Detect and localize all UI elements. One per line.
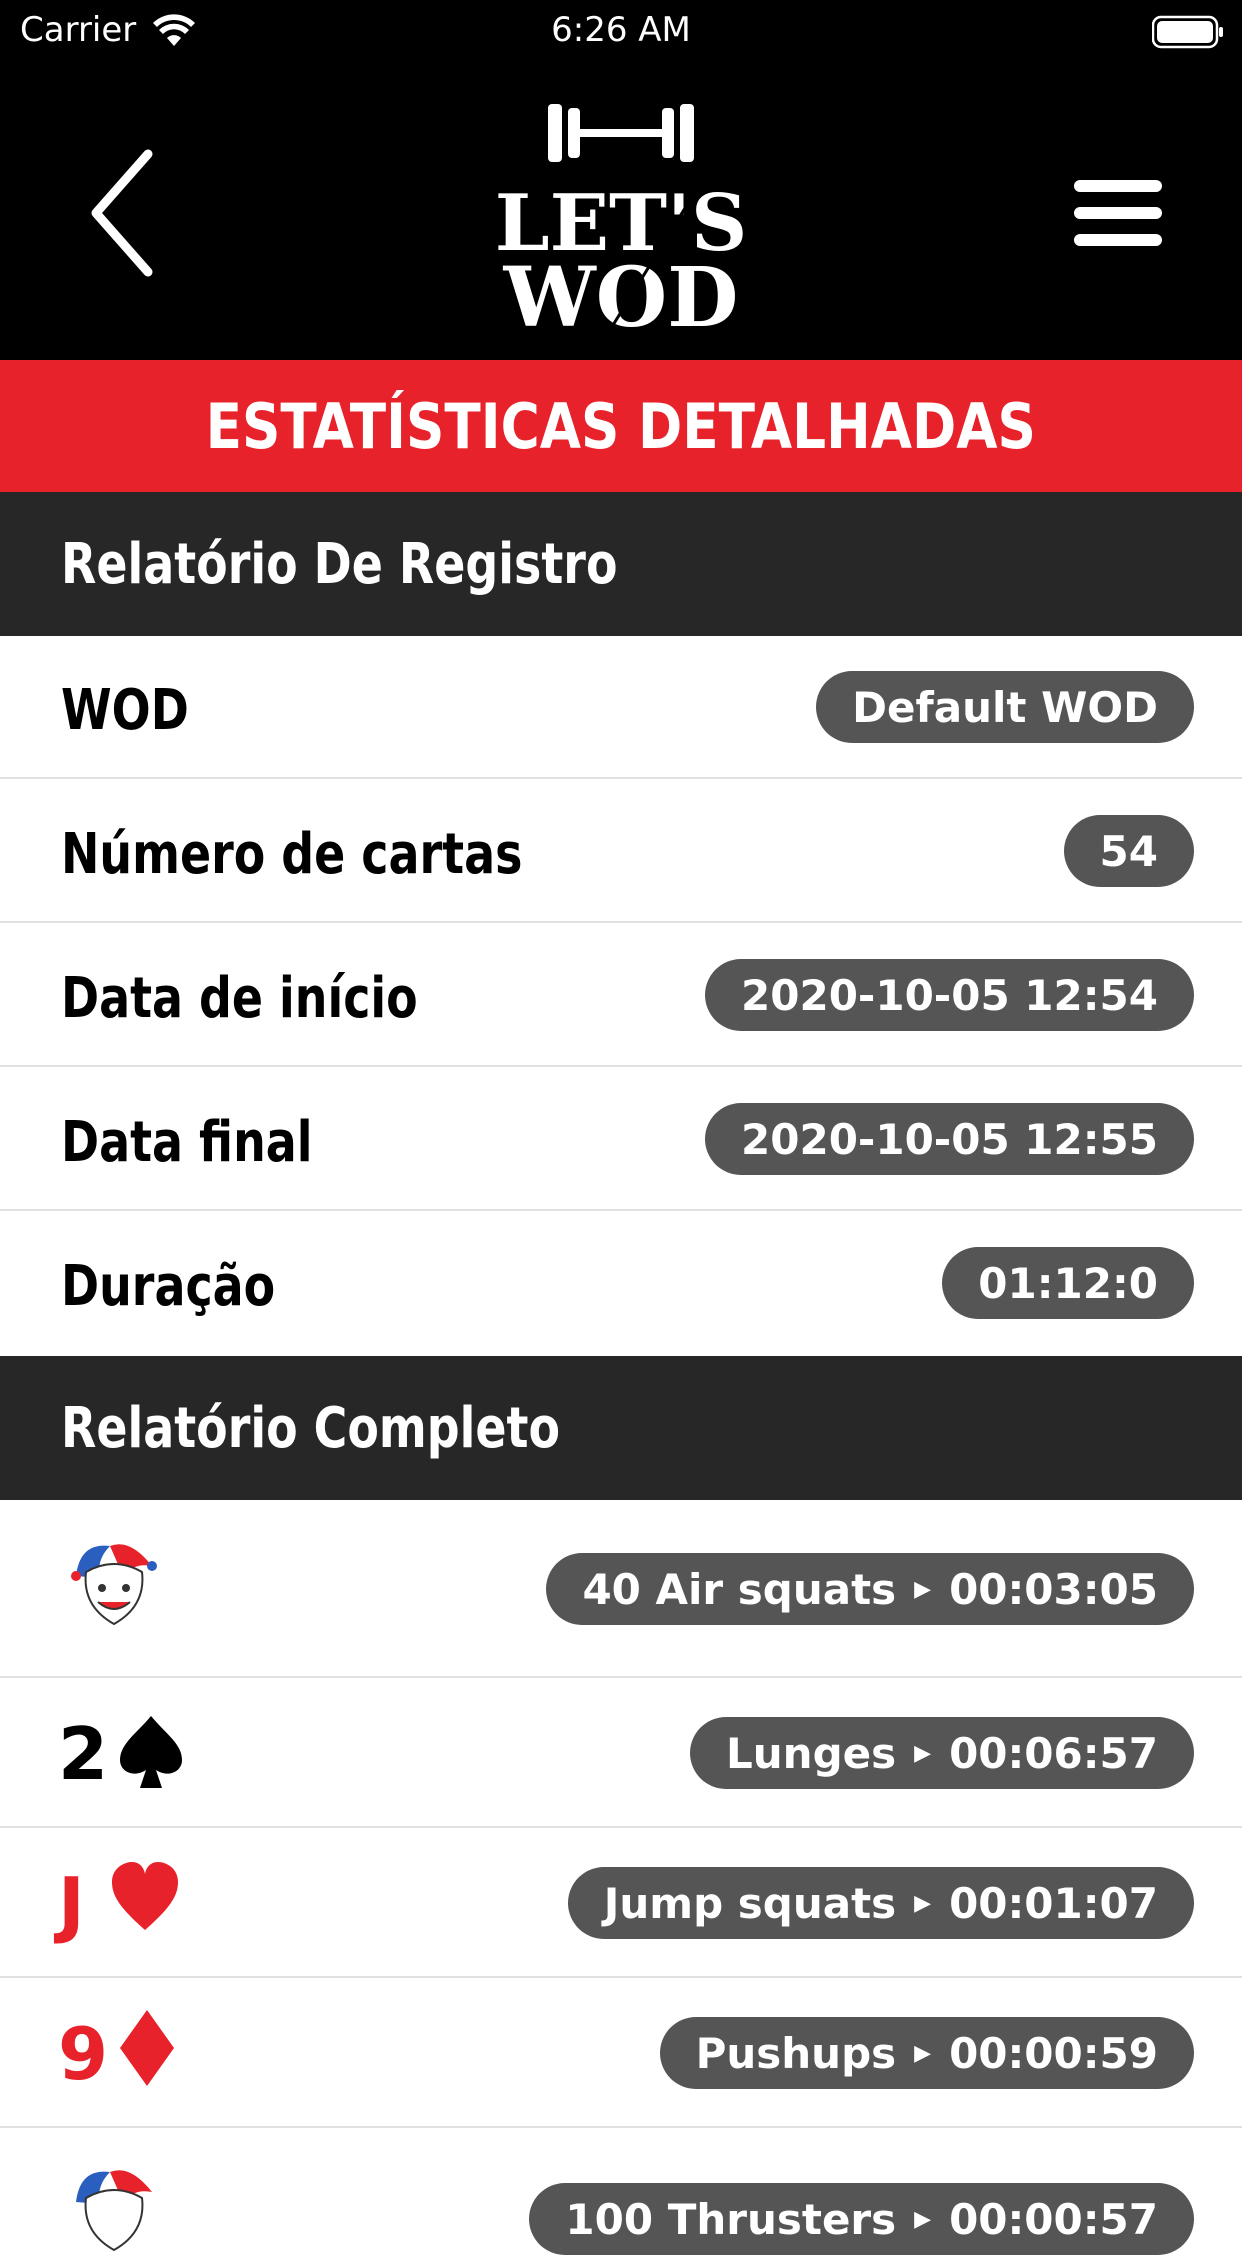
diamond-icon — [120, 2010, 174, 2086]
exercise-name: Pushups — [695, 2028, 897, 2078]
stat-value-badge: Default WOD — [816, 671, 1194, 743]
play-arrow-icon: ▶ — [914, 1740, 932, 1766]
exercise-time: 00:00:59 — [949, 2028, 1158, 2078]
card-row[interactable]: 100 Thrusters ▶ 00:00:57 — [0, 2128, 1242, 2255]
stat-row-card-count: Número de cartas 54 — [0, 780, 1242, 923]
status-bar: Carrier 6:26 AM — [0, 0, 1242, 62]
stat-value-badge: 2020-10-05 12:54 — [705, 959, 1194, 1031]
stat-label: Duração — [61, 1254, 276, 1319]
stat-value-badge: 54 — [1063, 815, 1194, 887]
card-row[interactable]: 2 Lunges ▶ 00:06:57 — [0, 1678, 1242, 1828]
section-title: Relatório Completo — [61, 1395, 561, 1461]
status-time: 6:26 AM — [551, 10, 691, 50]
heart-icon — [112, 1862, 178, 1930]
exercise-badge: Lunges ▶ 00:06:57 — [690, 1717, 1194, 1789]
joker-icon — [76, 2170, 152, 2252]
lets-wod-logo: LET'S WOD — [495, 104, 747, 342]
section-title: Relatório De Registro — [61, 531, 618, 597]
exercise-name: Jump squats — [603, 1878, 897, 1928]
page-title: ESTATÍSTICAS DETALHADAS — [205, 389, 1037, 463]
exercise-badge: 100 Thrusters ▶ 00:00:57 — [529, 2183, 1194, 2255]
navigation-bar: LET'S WOD — [0, 62, 1242, 360]
stat-label: Data final — [61, 1110, 313, 1175]
exercise-badge: Pushups ▶ 00:00:59 — [659, 2017, 1194, 2089]
card-rank: 9 — [58, 2012, 109, 2096]
stat-value-badge: 2020-10-05 12:55 — [705, 1103, 1194, 1175]
card-row[interactable]: J Jump squats ▶ 00:01:07 — [0, 1828, 1242, 1978]
battery-icon — [1152, 15, 1223, 49]
card-row[interactable]: 9 Pushups ▶ 00:00:59 — [0, 1978, 1242, 2128]
card-rank: 2 — [58, 1712, 109, 1796]
play-arrow-icon: ▶ — [914, 2206, 932, 2232]
exercise-time: 00:00:57 — [949, 2194, 1158, 2244]
joker-icon — [71, 1544, 157, 1626]
stat-row-end-date: Data final 2020-10-05 12:55 — [0, 1068, 1242, 1211]
logo-text-wod: WOD — [503, 250, 739, 342]
exercise-name: 100 Thrusters — [565, 2194, 897, 2244]
card-rank: J — [58, 1862, 85, 1946]
play-arrow-icon: ▶ — [914, 2040, 932, 2066]
stat-row-wod: WOD Default WOD — [0, 636, 1242, 779]
exercise-time: 00:01:07 — [949, 1878, 1158, 1928]
exercise-badge: Jump squats ▶ 00:01:07 — [567, 1867, 1194, 1939]
stat-row-start-date: Data de início 2020-10-05 12:54 — [0, 924, 1242, 1067]
card-row[interactable]: 40 Air squats ▶ 00:03:05 — [0, 1500, 1242, 1678]
stat-label: Data de início — [61, 966, 418, 1031]
exercise-name: 40 Air squats — [582, 1564, 897, 1614]
stat-label: Número de cartas — [61, 822, 523, 887]
stat-label: WOD — [61, 678, 189, 743]
stat-row-duration: Duração 01:12:0 — [0, 1212, 1242, 1355]
exercise-time: 00:03:05 — [949, 1564, 1158, 1614]
section-header-completo: Relatório Completo — [0, 1356, 1242, 1500]
back-arrow-icon[interactable] — [86, 148, 156, 278]
section-header-registro: Relatório De Registro — [0, 492, 1242, 636]
stat-value-badge: 01:12:0 — [942, 1247, 1194, 1319]
exercise-name: Lunges — [726, 1728, 897, 1778]
page-title-banner: ESTATÍSTICAS DETALHADAS — [0, 360, 1242, 492]
play-arrow-icon: ▶ — [914, 1576, 932, 1602]
exercise-badge: 40 Air squats ▶ 00:03:05 — [546, 1553, 1194, 1625]
play-arrow-icon: ▶ — [914, 1890, 932, 1916]
exercise-time: 00:06:57 — [949, 1728, 1158, 1778]
hamburger-menu-icon[interactable] — [1072, 176, 1166, 250]
spade-icon — [120, 1716, 182, 1788]
